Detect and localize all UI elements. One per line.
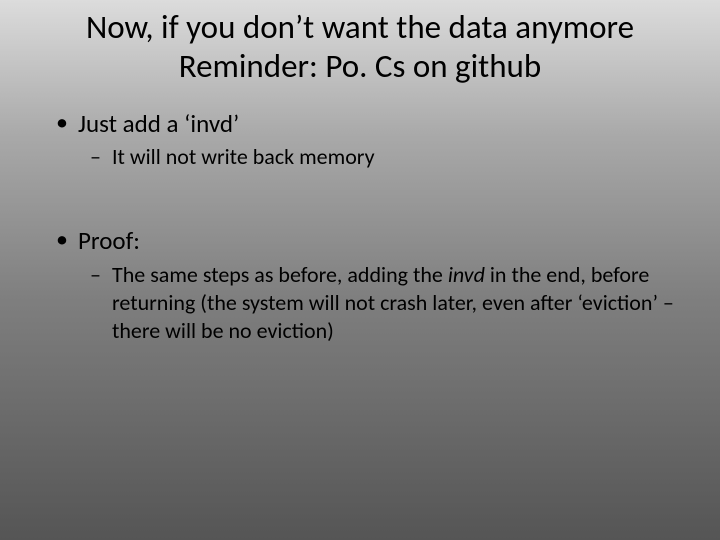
bullet-item-2-sub-1-em: invd [448, 261, 485, 288]
bullet-item-1-text: Just add a ‘invd’ [78, 108, 239, 139]
spacer [40, 177, 680, 225]
bullet-item-1-sub-1: It will not write back memory [90, 143, 680, 171]
title-line-1: Now, if you don’t want the data anymore [86, 7, 634, 47]
bullet-item-2-sublist: The same steps as before, adding the inv… [78, 261, 680, 345]
bullet-item-2-text: Proof: [78, 225, 140, 256]
bullet-list: Just add a ‘invd’ It will not write back… [40, 108, 680, 171]
bullet-item-2-sub-1-pre: The same steps as before, adding the [112, 261, 448, 288]
bullet-item-1: Just add a ‘invd’ It will not write back… [50, 108, 680, 171]
slide: Now, if you don’t want the data anymore … [0, 0, 720, 540]
bullet-item-1-sublist: It will not write back memory [78, 143, 680, 171]
slide-title: Now, if you don’t want the data anymore … [40, 8, 680, 86]
bullet-item-2-sub-1: The same steps as before, adding the inv… [90, 261, 680, 345]
bullet-list-2: Proof: The same steps as before, adding … [40, 225, 680, 345]
bullet-item-2: Proof: The same steps as before, adding … [50, 225, 680, 345]
title-line-2: Reminder: Po. Cs on github [179, 46, 542, 86]
